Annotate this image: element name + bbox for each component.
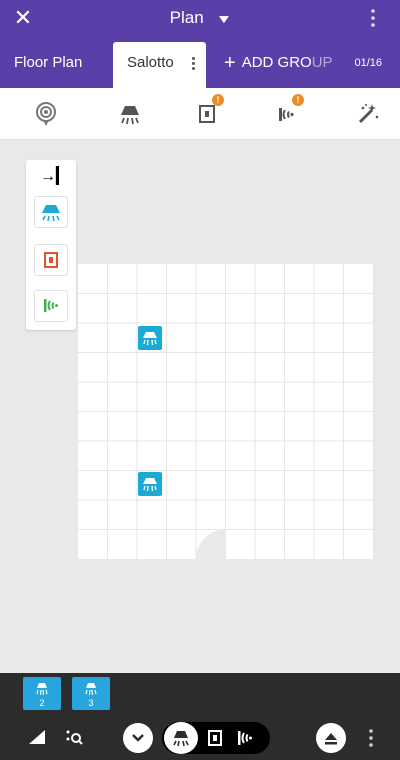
palette-item-lamp[interactable] — [34, 196, 68, 228]
filter-lamp-button[interactable] — [164, 722, 198, 754]
chip-count: 2 — [39, 698, 45, 708]
tab-label: Salotto — [127, 54, 174, 71]
collapse-right-icon[interactable]: →▎ — [40, 164, 68, 190]
panel-icon — [44, 252, 58, 268]
palette-item-beacon[interactable] — [34, 290, 68, 322]
ceiling-lamp-icon — [143, 332, 157, 346]
tab-floor-plan[interactable]: Floor Plan — [14, 42, 82, 88]
device-filter-toggle — [162, 722, 270, 754]
group-tabs: Floor Plan Salotto + ADD GROUP 01/16 — [0, 36, 400, 88]
broadcast-pin-icon[interactable] — [32, 100, 60, 128]
ceiling-lamp-icon — [36, 683, 48, 696]
eject-icon — [325, 733, 337, 745]
beacon-icon[interactable] — [236, 729, 256, 747]
warning-badge: ! — [212, 94, 224, 106]
floor-plan-canvas[interactable]: →▎ — [0, 140, 400, 673]
palette-item-panel[interactable] — [34, 244, 68, 276]
signal-icon[interactable] — [28, 729, 46, 745]
app-bar: ✕ Plan ▼ — [0, 0, 400, 36]
plan-title-dropdown[interactable]: Plan ▼ — [0, 8, 400, 28]
tab-options-icon[interactable] — [190, 55, 196, 73]
page-counter: 01/16 — [354, 57, 382, 69]
chevron-down-icon — [132, 734, 144, 742]
room-grid[interactable] — [78, 264, 373, 559]
ceiling-lamp-icon — [173, 731, 189, 747]
lamp-group-chip[interactable]: 2 — [23, 677, 61, 710]
add-group-label: ADD GRO — [241, 54, 312, 71]
ceiling-lamp-icon — [42, 205, 60, 222]
plus-icon: + — [224, 52, 236, 74]
magic-wand-icon[interactable] — [354, 100, 382, 128]
more-vertical-icon[interactable] — [368, 6, 378, 30]
zoom-search-icon[interactable] — [64, 727, 84, 747]
panel-icon[interactable]: ! — [194, 94, 224, 128]
beacon-icon — [44, 299, 58, 312]
chip-count: 3 — [88, 698, 94, 708]
eject-button[interactable] — [316, 723, 346, 753]
panel-icon[interactable] — [206, 729, 224, 747]
more-vertical-icon[interactable] — [366, 727, 376, 749]
door-arc — [196, 529, 226, 559]
grid-lines — [78, 264, 373, 559]
tab-salotto[interactable]: Salotto — [113, 42, 206, 88]
placed-lamp[interactable] — [138, 472, 162, 496]
bottom-bar — [0, 715, 400, 760]
add-group-button[interactable]: + ADD GROUP — [224, 42, 333, 88]
beacon-icon[interactable]: ! — [274, 94, 304, 128]
device-palette: →▎ — [26, 160, 76, 330]
ceiling-lamp-icon[interactable] — [116, 100, 144, 128]
chevron-down-button[interactable] — [123, 723, 153, 753]
warning-badge: ! — [292, 94, 304, 106]
placed-lamp[interactable] — [138, 326, 162, 350]
plan-title: Plan — [169, 8, 204, 27]
chevron-down-icon: ▼ — [216, 12, 233, 26]
add-group-label-faded: UP — [311, 54, 333, 71]
device-tray: 2 3 — [0, 673, 400, 715]
lamp-group-chip[interactable]: 3 — [72, 677, 110, 710]
ceiling-lamp-icon — [143, 478, 157, 492]
ceiling-lamp-icon — [85, 683, 97, 696]
device-type-toolbar: ! ! — [0, 88, 400, 140]
